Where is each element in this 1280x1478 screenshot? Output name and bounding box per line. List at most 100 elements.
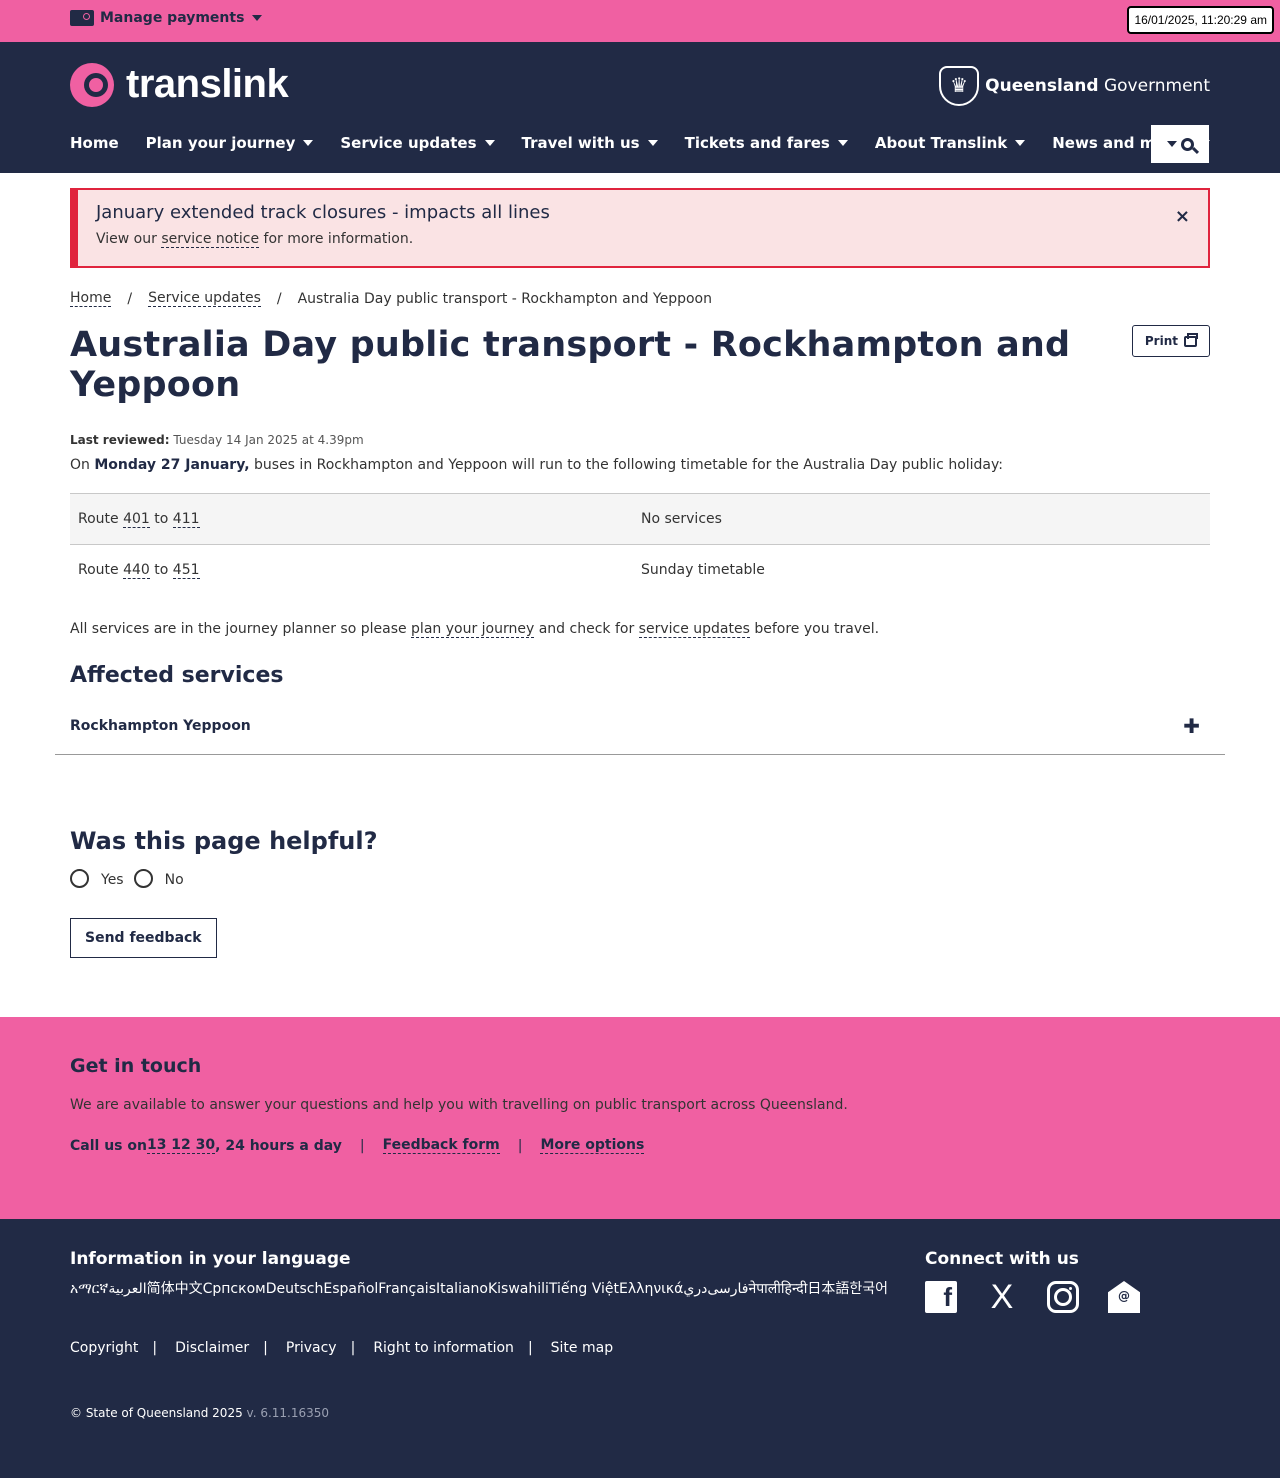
print-button[interactable]: Print bbox=[1131, 325, 1210, 357]
page-title: Australia Day public transport - Rockham… bbox=[70, 325, 1071, 405]
legal-links: Copyright | Disclaimer | Privacy | Right to… bbox=[70, 1340, 1210, 1356]
qld-government-logo[interactable]: Queensland Government bbox=[939, 66, 1210, 106]
nav-plan-your-journey[interactable]: Plan your journey bbox=[146, 134, 314, 152]
translink-logo[interactable]: translink bbox=[70, 62, 289, 107]
title-row: Australia Day public transport - Rockham… bbox=[70, 325, 1210, 405]
plan-your-journey-link[interactable]: plan your journey bbox=[411, 621, 535, 638]
breadcrumb-separator: / bbox=[276, 290, 282, 307]
connect-block: Connect with us f X @ bbox=[925, 1249, 1169, 1316]
affected-services-accordion[interactable]: Rockhampton Yeppoon ✚ bbox=[55, 714, 1225, 755]
route-cell: Route 440 to 451 bbox=[78, 562, 200, 579]
language-link[interactable]: Deutsch bbox=[266, 1279, 324, 1300]
disclaimer-link[interactable]: Disclaimer bbox=[175, 1340, 249, 1356]
language-link[interactable]: 한국어 bbox=[849, 1279, 888, 1300]
nav-home[interactable]: Home bbox=[70, 134, 119, 152]
plus-icon: ✚ bbox=[1183, 714, 1200, 738]
language-link[interactable]: አማርኛ bbox=[70, 1279, 108, 1300]
instagram-icon[interactable] bbox=[1047, 1281, 1079, 1313]
language-list: አማርኛ العربية 简体中文 Српском Deutsch Españo… bbox=[70, 1279, 890, 1300]
get-in-touch-section: Get in touch We are available to answer … bbox=[0, 1017, 1280, 1219]
alert-title: January extended track closures - impact… bbox=[96, 202, 550, 223]
chevron-down-icon bbox=[1015, 140, 1026, 146]
site-map-link[interactable]: Site map bbox=[551, 1340, 613, 1356]
language-link[interactable]: 简体中文 bbox=[147, 1279, 203, 1300]
copyright-text: © State of Queensland 2025 v. 6.11.16350 bbox=[70, 1406, 330, 1420]
language-link[interactable]: فارسی bbox=[707, 1279, 748, 1300]
get-in-touch-text: We are available to answer your question… bbox=[70, 1097, 848, 1113]
right-to-information-link[interactable]: Right to information bbox=[373, 1340, 514, 1356]
facebook-icon[interactable]: f bbox=[925, 1281, 957, 1313]
nav-service-updates[interactable]: Service updates bbox=[340, 134, 495, 152]
route-440-link[interactable]: 440 bbox=[123, 562, 150, 579]
route-cell: Route 401 to 411 bbox=[78, 511, 200, 528]
breadcrumb-home[interactable]: Home bbox=[70, 290, 112, 307]
service-notice-link[interactable]: service notice bbox=[161, 231, 260, 248]
breadcrumb-service-updates[interactable]: Service updates bbox=[148, 290, 261, 307]
timetable-table: Route 401 to 411 No services Route 440 t… bbox=[70, 493, 1210, 595]
email-icon[interactable]: @ bbox=[1108, 1281, 1140, 1313]
feedback-form-link[interactable]: Feedback form bbox=[382, 1137, 500, 1154]
alert-banner: January extended track closures - impact… bbox=[70, 188, 1210, 268]
language-link[interactable]: العربية bbox=[108, 1279, 146, 1300]
close-icon[interactable]: × bbox=[1175, 206, 1190, 227]
language-link[interactable]: Ελληνικά bbox=[619, 1279, 683, 1300]
route-411-link[interactable]: 411 bbox=[172, 511, 200, 528]
no-radio[interactable] bbox=[133, 869, 153, 888]
social-links: f X @ bbox=[925, 1278, 1169, 1316]
helpful-options: Yes No bbox=[70, 869, 1210, 888]
status-cell: No services bbox=[641, 511, 722, 527]
yes-radio[interactable] bbox=[70, 869, 89, 888]
translink-logo-icon bbox=[70, 62, 114, 107]
nav-travel-with-us[interactable]: Travel with us bbox=[522, 134, 658, 152]
route-451-link[interactable]: 451 bbox=[172, 562, 200, 579]
language-block: Information in your language አማርኛ العربي… bbox=[70, 1249, 890, 1300]
nav-about-translink[interactable]: About Translink bbox=[875, 134, 1026, 152]
language-link[interactable]: Français bbox=[378, 1279, 436, 1300]
language-link[interactable]: हिन्दी bbox=[781, 1279, 807, 1300]
language-heading: Information in your language bbox=[70, 1249, 351, 1269]
search-button[interactable] bbox=[1151, 125, 1209, 163]
nav-tickets-and-fares[interactable]: Tickets and fares bbox=[685, 134, 848, 152]
manage-payments-label: Manage payments bbox=[100, 10, 245, 26]
call-label: Call us on bbox=[70, 1137, 147, 1154]
status-cell: Sunday timetable bbox=[641, 562, 765, 578]
privacy-link[interactable]: Privacy bbox=[286, 1340, 337, 1356]
connect-heading: Connect with us bbox=[925, 1249, 1079, 1269]
site-footer: Information in your language አማርኛ العربي… bbox=[0, 1219, 1280, 1478]
language-link[interactable]: नेपाली bbox=[748, 1279, 780, 1300]
helpful-heading: Was this page helpful? bbox=[70, 827, 378, 855]
chevron-down-icon bbox=[252, 15, 263, 21]
affected-services-heading: Affected services bbox=[70, 663, 284, 688]
language-link[interactable]: Italiano bbox=[436, 1279, 488, 1300]
language-link[interactable]: Tiếng Việt bbox=[549, 1279, 619, 1300]
logo-text: translink bbox=[126, 62, 289, 106]
language-link[interactable]: Kiswahili bbox=[488, 1279, 549, 1300]
main-nav: Home Plan your journey Service updates T… bbox=[70, 134, 1237, 152]
legal-separator: | bbox=[263, 1340, 268, 1356]
accordion-label: Rockhampton Yeppoon bbox=[70, 718, 251, 734]
language-link[interactable]: Српском bbox=[203, 1279, 266, 1300]
service-updates-link[interactable]: service updates bbox=[638, 621, 750, 638]
chevron-down-icon bbox=[837, 140, 848, 146]
language-link[interactable]: Español bbox=[323, 1279, 378, 1300]
copyright-link[interactable]: Copyright bbox=[70, 1340, 138, 1356]
chevron-down-icon bbox=[303, 140, 314, 146]
clock-readout: 16/01/2025, 11:20:29 am bbox=[1127, 6, 1274, 34]
last-reviewed: Last reviewed: Tuesday 14 Jan 2025 at 4.… bbox=[70, 433, 364, 447]
language-link[interactable]: 日本語 bbox=[807, 1279, 849, 1300]
chevron-down-icon bbox=[1166, 141, 1177, 147]
table-row: Route 401 to 411 No services bbox=[70, 493, 1210, 545]
send-feedback-button[interactable]: Send feedback bbox=[70, 918, 217, 958]
x-icon[interactable]: X bbox=[986, 1278, 1018, 1316]
language-link[interactable]: دري bbox=[683, 1279, 707, 1300]
legal-separator: | bbox=[152, 1340, 158, 1356]
printer-icon bbox=[1184, 332, 1198, 347]
more-options-link[interactable]: More options bbox=[540, 1137, 645, 1154]
manage-payments-menu[interactable]: Manage payments bbox=[70, 10, 263, 26]
link-separator: | bbox=[517, 1137, 523, 1154]
breadcrumb-separator: / bbox=[127, 290, 133, 307]
card-icon bbox=[70, 10, 94, 26]
phone-link[interactable]: 13 12 30 bbox=[146, 1137, 216, 1154]
route-401-link[interactable]: 401 bbox=[123, 511, 150, 528]
chevron-down-icon bbox=[647, 140, 658, 146]
